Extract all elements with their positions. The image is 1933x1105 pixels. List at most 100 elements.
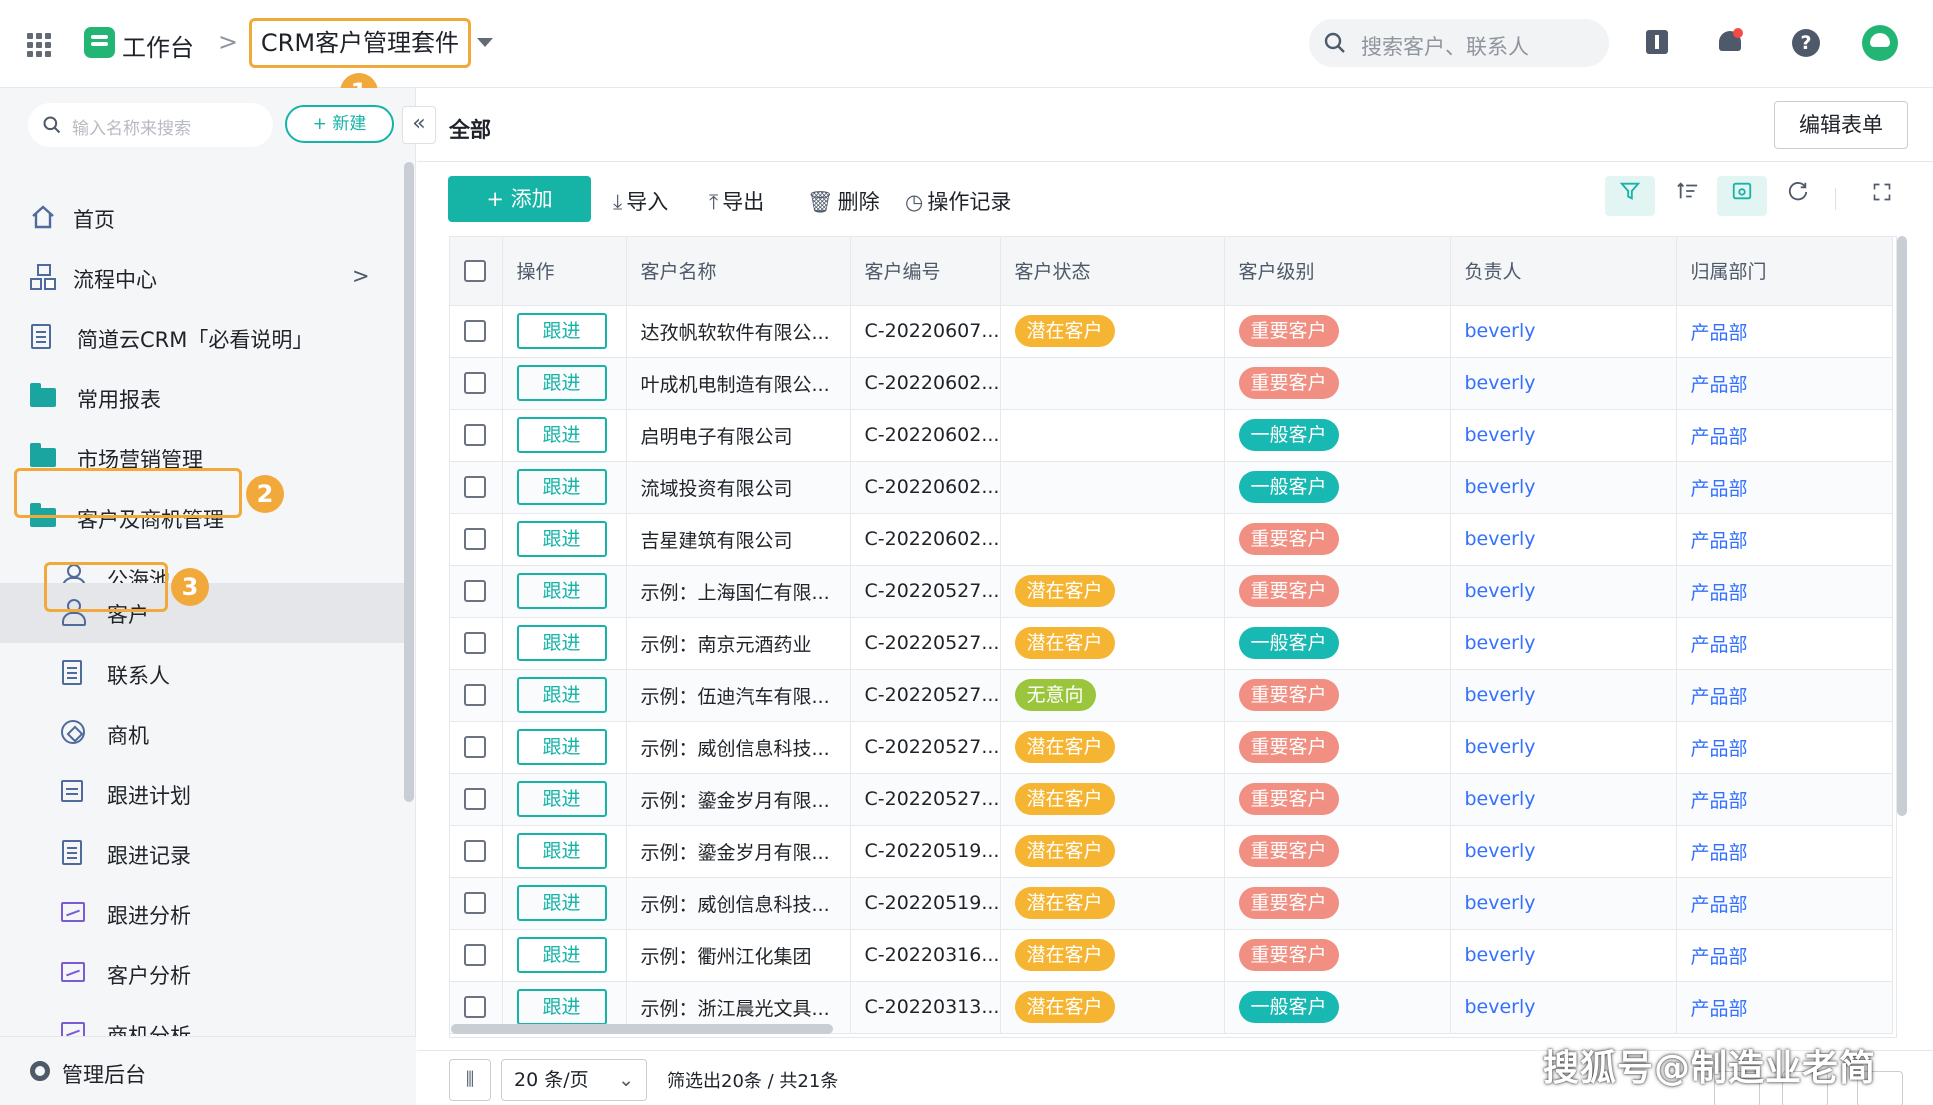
follow-up-button[interactable]: 跟进 <box>516 625 607 661</box>
table-row[interactable]: 跟进 示例：威创信息科技... C-20220527... 潜在客户 重要客户 bever… <box>450 721 1893 774</box>
sidebar-search-input[interactable]: 输入名称来搜索 <box>28 103 273 147</box>
department-link[interactable]: 产品部 <box>1691 946 1748 968</box>
table-row[interactable]: 跟进 叶成机电制造有限公... C-20220602... 重要客户 beverly 产品… <box>450 357 1893 410</box>
follow-up-button[interactable]: 跟进 <box>516 885 607 921</box>
follow-up-button[interactable]: 跟进 <box>516 521 607 557</box>
filter-icon[interactable] <box>1605 176 1655 216</box>
row-checkbox[interactable] <box>464 476 486 499</box>
owner-link[interactable]: beverly <box>1465 736 1536 758</box>
customer-name-cell[interactable]: 示例：南京元酒药业 <box>626 617 851 670</box>
table-row[interactable]: 跟进 示例：南京元酒药业 C-20220527... 潜在客户 一般客户 beverly 产… <box>450 617 1893 670</box>
department-link[interactable]: 产品部 <box>1691 530 1748 552</box>
owner-link[interactable]: beverly <box>1465 424 1536 446</box>
sidebar-item-customer-analysis[interactable]: 客户分析 <box>0 950 404 998</box>
column-header[interactable]: 客户级别 <box>1224 237 1451 306</box>
sidebar-item-follow-analysis[interactable]: 跟进分析 <box>0 890 404 938</box>
customer-name-cell[interactable]: 示例：威创信息科技... <box>626 721 851 774</box>
row-checkbox[interactable] <box>464 944 486 967</box>
sidebar-item-follow-record[interactable]: 跟进记录 <box>0 830 404 878</box>
follow-up-button[interactable]: 跟进 <box>516 781 607 817</box>
table-row[interactable]: 跟进 示例：鎏金岁月有限... C-20220519... 潜在客户 重要客户 bever… <box>450 825 1893 878</box>
owner-link[interactable]: beverly <box>1465 528 1536 550</box>
new-button[interactable]: + 新建 <box>285 105 394 143</box>
customer-name-cell[interactable]: 达孜帆软软件有限公... <box>626 305 851 358</box>
owner-link[interactable]: beverly <box>1465 944 1536 966</box>
row-checkbox[interactable] <box>464 632 486 655</box>
customer-name-cell[interactable]: 示例：上海国仁有限... <box>626 565 851 618</box>
table-row[interactable]: 跟进 示例：上海国仁有限... C-20220527... 潜在客户 重要客户 bever… <box>450 565 1893 618</box>
table-row[interactable]: 跟进 吉星建筑有限公司 C-20220602... 重要客户 beverly 产品部 <box>450 513 1893 566</box>
table-row[interactable]: 跟进 示例：衢州江化集团 C-20220316... 潜在客户 重要客户 beverly 产… <box>450 929 1893 982</box>
row-checkbox[interactable] <box>464 788 486 811</box>
app-grid-icon[interactable] <box>27 33 51 57</box>
department-link[interactable]: 产品部 <box>1691 842 1748 864</box>
import-button[interactable]: ⤓ 导入 <box>613 186 668 216</box>
department-link[interactable]: 产品部 <box>1691 634 1748 656</box>
sidebar-item-opportunity-analysis[interactable]: 商机分析 <box>0 1010 404 1038</box>
follow-up-button[interactable]: 跟进 <box>516 833 607 869</box>
table-row[interactable]: 跟进 示例：威创信息科技... C-20220519... 潜在客户 重要客户 bever… <box>450 877 1893 930</box>
column-header[interactable]: 操作 <box>502 237 627 306</box>
collapse-sidebar-button[interactable]: « <box>402 106 436 144</box>
department-link[interactable]: 产品部 <box>1691 478 1748 500</box>
row-checkbox[interactable] <box>464 684 486 707</box>
department-link[interactable]: 产品部 <box>1691 998 1748 1020</box>
follow-up-button[interactable]: 跟进 <box>516 469 607 505</box>
page-size-select[interactable]: 20 条/页 ⌄ <box>501 1059 647 1101</box>
global-search-input[interactable]: 搜索客户、联系人 <box>1309 19 1609 67</box>
owner-link[interactable]: beverly <box>1465 476 1536 498</box>
sort-icon[interactable] <box>1663 176 1713 216</box>
workspace-link[interactable]: 工作台 <box>122 28 194 63</box>
follow-up-button[interactable]: 跟进 <box>516 365 607 401</box>
table-row[interactable]: 跟进 示例：伍迪汽车有限... C-20220527... 无意向 重要客户 beverl… <box>450 669 1893 722</box>
column-header[interactable]: 客户编号 <box>850 237 1001 306</box>
column-settings-icon[interactable]: ⫼ <box>449 1059 491 1101</box>
table-row[interactable]: 跟进 流域投资有限公司 C-20220602... 一般客户 beverly 产品部 <box>450 461 1893 514</box>
column-header[interactable]: 归属部门 <box>1676 237 1893 306</box>
export-button[interactable]: ⤒ 导出 <box>709 186 764 216</box>
add-record-button[interactable]: + 添加 <box>448 176 591 222</box>
sidebar-item-opportunities[interactable]: 商机 <box>0 710 404 758</box>
delete-button[interactable]: 🗑 删除 <box>807 186 880 216</box>
table-row[interactable]: 跟进 示例：鎏金岁月有限... C-20220527... 潜在客户 重要客户 bever… <box>450 773 1893 826</box>
user-avatar[interactable] <box>1862 25 1898 61</box>
view-mode-icon[interactable] <box>1717 176 1767 216</box>
follow-up-button[interactable]: 跟进 <box>516 729 607 765</box>
column-header[interactable]: 负责人 <box>1450 237 1677 306</box>
owner-link[interactable]: beverly <box>1465 632 1536 654</box>
row-checkbox[interactable] <box>464 580 486 603</box>
sidebar-scrollbar[interactable] <box>404 162 414 802</box>
customer-name-cell[interactable]: 示例：鎏金岁月有限... <box>626 825 851 878</box>
owner-link[interactable]: beverly <box>1465 320 1536 342</box>
fullscreen-icon[interactable] <box>1857 176 1907 216</box>
customer-name-cell[interactable]: 流域投资有限公司 <box>626 461 851 514</box>
row-checkbox[interactable] <box>464 892 486 915</box>
column-header[interactable]: 客户名称 <box>626 237 851 306</box>
follow-up-button[interactable]: 跟进 <box>516 417 607 453</box>
row-checkbox[interactable] <box>464 424 486 447</box>
owner-link[interactable]: beverly <box>1465 684 1536 706</box>
follow-up-button[interactable]: 跟进 <box>516 937 607 973</box>
sidebar-item-crm-guide[interactable]: 简道云CRM「必看说明」 <box>0 314 404 362</box>
department-link[interactable]: 产品部 <box>1691 582 1748 604</box>
follow-up-button[interactable]: 跟进 <box>516 313 607 349</box>
follow-up-button[interactable]: 跟进 <box>516 677 607 713</box>
address-book-icon[interactable] <box>1646 30 1668 54</box>
follow-up-button[interactable]: 跟进 <box>516 989 607 1025</box>
row-checkbox[interactable] <box>464 372 486 395</box>
row-checkbox[interactable] <box>464 528 486 551</box>
select-all-checkbox[interactable] <box>464 260 486 282</box>
sidebar-item-workflow[interactable]: 流程中心 > <box>0 254 404 302</box>
owner-link[interactable]: beverly <box>1465 580 1536 602</box>
sidebar-item-reports[interactable]: 常用报表 <box>0 374 404 422</box>
customer-name-cell[interactable]: 示例：鎏金岁月有限... <box>626 773 851 826</box>
table-horizontal-scrollbar[interactable] <box>451 1024 833 1034</box>
customer-name-cell[interactable]: 吉星建筑有限公司 <box>626 513 851 566</box>
refresh-icon[interactable] <box>1773 176 1823 216</box>
table-row[interactable]: 跟进 达孜帆软软件有限公... C-20220607... 潜在客户 重要客户 bever… <box>450 305 1893 358</box>
department-link[interactable]: 产品部 <box>1691 894 1748 916</box>
follow-up-button[interactable]: 跟进 <box>516 573 607 609</box>
customer-name-cell[interactable]: 示例：伍迪汽车有限... <box>626 669 851 722</box>
row-checkbox[interactable] <box>464 840 486 863</box>
owner-link[interactable]: beverly <box>1465 996 1536 1018</box>
